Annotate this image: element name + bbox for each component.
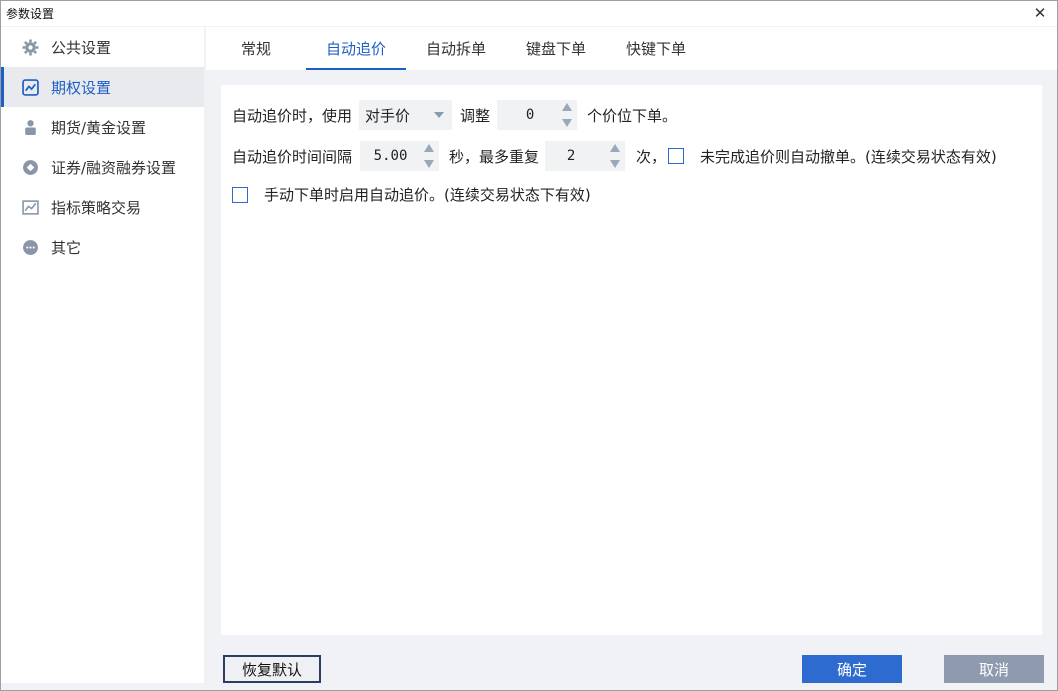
window-title: 参数设置 bbox=[6, 7, 55, 21]
sidebar-item-public-settings[interactable]: 公共设置 bbox=[1, 27, 204, 67]
arrow-up-icon[interactable] bbox=[424, 144, 435, 152]
price-type-value: 对手价 bbox=[365, 106, 411, 125]
diamond-icon bbox=[21, 158, 39, 176]
row-manual-chase: 手动下单时启用自动追价。(连续交易状态下有效) bbox=[232, 184, 591, 205]
interval-stepper[interactable]: 5.00 bbox=[360, 141, 440, 171]
sidebar: 公共设置 期权设置 期货/黄金设置 证券/融资融券设置 指标策略交易 其它 bbox=[1, 27, 204, 683]
chevron-down-icon bbox=[434, 112, 445, 118]
sidebar-item-label: 指标策略交易 bbox=[51, 198, 142, 217]
arrow-up-icon[interactable] bbox=[610, 144, 621, 152]
gear-icon bbox=[21, 38, 39, 56]
interval-label: 自动追价时间间隔 bbox=[232, 147, 353, 166]
close-icon[interactable]: ✕ bbox=[1029, 2, 1051, 24]
tab-hotkey-order[interactable]: 快键下单 bbox=[606, 27, 706, 70]
stepper-arrows bbox=[561, 103, 573, 127]
reset-default-button[interactable]: 恢复默认 bbox=[223, 655, 321, 683]
settings-panel: 自动追价时，使用 对手价 调整 0 个价位下单。 自动追价时间间隔 5.00 秒… bbox=[221, 85, 1042, 635]
manual-auto-chase-checkbox[interactable] bbox=[232, 186, 248, 203]
arrow-up-icon[interactable] bbox=[562, 103, 573, 111]
row-chase-interval: 自动追价时间间隔 5.00 秒，最多重复 2 次， 未完成追价则自动撤单。(连续… bbox=[232, 141, 997, 171]
price-type-select[interactable]: 对手价 bbox=[359, 100, 453, 130]
sidebar-item-securities-margin[interactable]: 证券/融资融券设置 bbox=[1, 147, 204, 187]
row-chase-price: 自动追价时，使用 对手价 调整 0 个价位下单。 bbox=[232, 100, 677, 130]
ok-button[interactable]: 确定 bbox=[802, 655, 902, 683]
manual-auto-chase-label: 手动下单时启用自动追价。(连续交易状态下有效) bbox=[264, 186, 591, 204]
tab-general[interactable]: 常规 bbox=[206, 27, 306, 70]
sidebar-item-indicator-strategy[interactable]: 指标策略交易 bbox=[1, 187, 204, 227]
sidebar-item-label: 期货/黄金设置 bbox=[51, 118, 147, 137]
sidebar-item-label: 证券/融资融券设置 bbox=[51, 158, 177, 177]
person-icon bbox=[21, 118, 39, 136]
title-bar: 参数设置 ✕ bbox=[1, 1, 1057, 26]
chart-icon bbox=[21, 78, 39, 96]
stepper-arrows bbox=[609, 144, 621, 168]
arrow-down-icon[interactable] bbox=[562, 119, 573, 127]
tab-bar: 常规 自动追价 自动拆单 键盘下单 快键下单 bbox=[206, 27, 1057, 70]
settings-window: 参数设置 ✕ 公共设置 期权设置 期货/黄金设置 证券/融资融券设置 指标策略交… bbox=[0, 0, 1058, 691]
cancel-button[interactable]: 取消 bbox=[944, 655, 1044, 683]
auto-cancel-label: 未完成追价则自动撤单。(连续交易状态有效) bbox=[700, 147, 997, 166]
more-icon bbox=[21, 238, 39, 256]
seconds-max-repeat-label: 秒，最多重复 bbox=[449, 147, 540, 166]
sidebar-item-other[interactable]: 其它 bbox=[1, 227, 204, 267]
sidebar-item-option-settings[interactable]: 期权设置 bbox=[1, 67, 204, 107]
sidebar-item-label: 期权设置 bbox=[51, 78, 112, 97]
tab-auto-split[interactable]: 自动拆单 bbox=[406, 27, 506, 70]
adjust-stepper[interactable]: 0 bbox=[497, 100, 578, 130]
trend-icon bbox=[21, 198, 39, 216]
tab-auto-chase[interactable]: 自动追价 bbox=[306, 27, 406, 70]
sidebar-item-label: 公共设置 bbox=[51, 38, 112, 57]
tab-keyboard-order[interactable]: 键盘下单 bbox=[506, 27, 606, 70]
sidebar-item-futures-gold[interactable]: 期货/黄金设置 bbox=[1, 107, 204, 147]
repeat-stepper[interactable]: 2 bbox=[545, 141, 626, 171]
auto-cancel-checkbox[interactable] bbox=[668, 148, 685, 164]
arrow-down-icon[interactable] bbox=[424, 160, 435, 168]
ticks-suffix-label: 个价位下单。 bbox=[587, 106, 678, 125]
stepper-arrows bbox=[423, 144, 435, 168]
arrow-down-icon[interactable] bbox=[610, 160, 621, 168]
sidebar-item-label: 其它 bbox=[51, 238, 82, 257]
adjust-label: 调整 bbox=[460, 106, 491, 125]
chase-price-label: 自动追价时，使用 bbox=[232, 106, 353, 125]
times-label: 次， bbox=[636, 147, 667, 166]
